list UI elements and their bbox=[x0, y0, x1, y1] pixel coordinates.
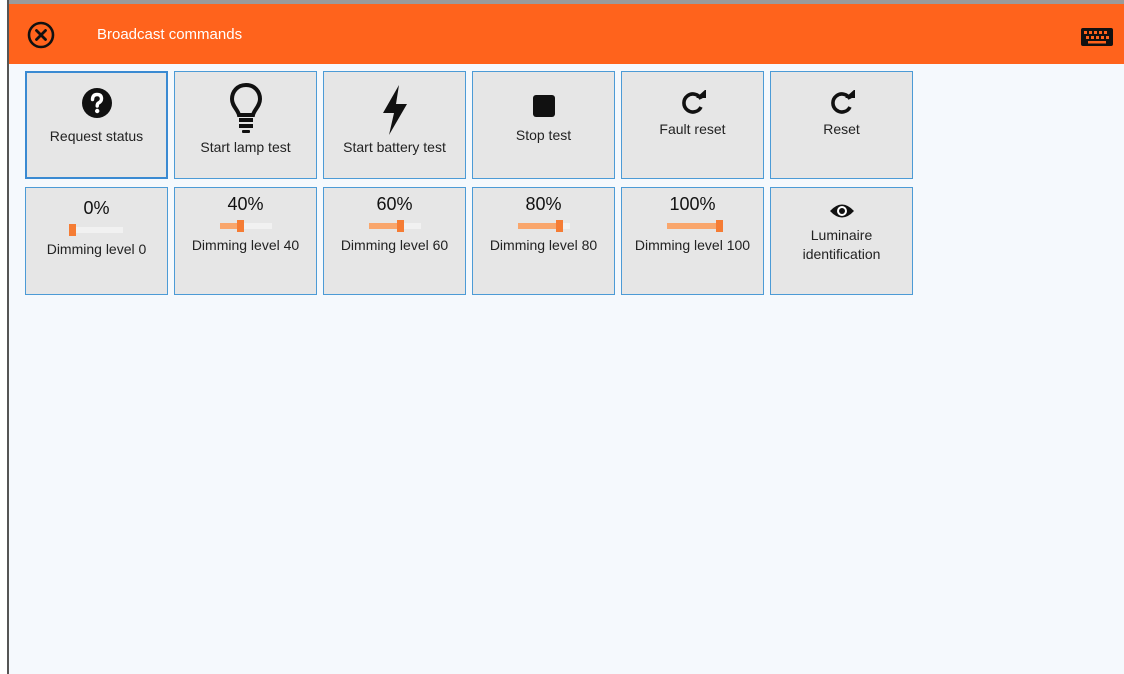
start-battery-test-label: Start battery test bbox=[343, 139, 446, 155]
keyboard-icon bbox=[1081, 28, 1113, 46]
app-window: Broadcast commands Request status Start … bbox=[7, 0, 1124, 674]
lightning-bolt-icon bbox=[382, 85, 407, 135]
start-lamp-test-label: Start lamp test bbox=[200, 139, 291, 155]
dimming-level-80-button[interactable]: 80% Dimming level 80 bbox=[472, 187, 615, 295]
dimming-level-40-button[interactable]: 40% Dimming level 40 bbox=[174, 187, 317, 295]
refresh-icon bbox=[830, 90, 855, 114]
stop-test-label: Stop test bbox=[515, 127, 572, 143]
reset-button[interactable]: Reset bbox=[770, 71, 913, 179]
fault-reset-label: Fault reset bbox=[659, 121, 726, 137]
dimming-label: Dimming level 100 bbox=[634, 237, 751, 253]
dimming-label: Dimming level 80 bbox=[489, 237, 598, 253]
dimming-percent: 60% bbox=[376, 194, 413, 214]
dimming-label: Dimming level 0 bbox=[46, 241, 147, 257]
dimming-percent: 100% bbox=[669, 194, 716, 214]
dimming-percent: 40% bbox=[227, 194, 264, 214]
stop-square-icon bbox=[532, 95, 555, 117]
dimming-percent: 80% bbox=[525, 194, 562, 214]
fault-reset-button[interactable]: Fault reset bbox=[621, 71, 764, 179]
close-button[interactable] bbox=[27, 21, 55, 49]
title-bar: Broadcast commands bbox=[9, 0, 1124, 64]
window-title: Broadcast commands bbox=[97, 26, 243, 43]
dimming-slider bbox=[68, 224, 123, 236]
luminaire-identification-button[interactable]: Luminaire identification bbox=[770, 187, 913, 295]
dimming-label: Dimming level 40 bbox=[191, 237, 300, 253]
dimming-slider bbox=[368, 220, 421, 232]
lightbulb-icon bbox=[229, 82, 262, 133]
question-circle-icon bbox=[81, 88, 112, 118]
dimming-level-100-button[interactable]: 100% Dimming level 100 bbox=[621, 187, 764, 295]
start-battery-test-button[interactable]: Start battery test bbox=[323, 71, 466, 179]
request-status-button[interactable]: Request status bbox=[25, 71, 168, 179]
dimming-slider bbox=[517, 220, 570, 232]
close-circle-icon bbox=[27, 21, 55, 49]
dimming-level-0-button[interactable]: 0% Dimming level 0 bbox=[25, 187, 168, 295]
luminaire-identification-label: Luminaire identification bbox=[802, 227, 881, 262]
reset-label: Reset bbox=[823, 121, 860, 137]
dimming-slider bbox=[219, 220, 272, 232]
stop-test-button[interactable]: Stop test bbox=[472, 71, 615, 179]
keyboard-button[interactable] bbox=[1080, 26, 1114, 48]
dimming-level-60-button[interactable]: 60% Dimming level 60 bbox=[323, 187, 466, 295]
dimming-label: Dimming level 60 bbox=[340, 237, 449, 253]
start-lamp-test-button[interactable]: Start lamp test bbox=[174, 71, 317, 179]
refresh-icon bbox=[681, 90, 706, 114]
request-status-label: Request status bbox=[49, 128, 144, 144]
dimming-percent: 0% bbox=[83, 198, 110, 218]
eye-icon bbox=[829, 204, 854, 218]
dimming-slider bbox=[666, 220, 723, 232]
